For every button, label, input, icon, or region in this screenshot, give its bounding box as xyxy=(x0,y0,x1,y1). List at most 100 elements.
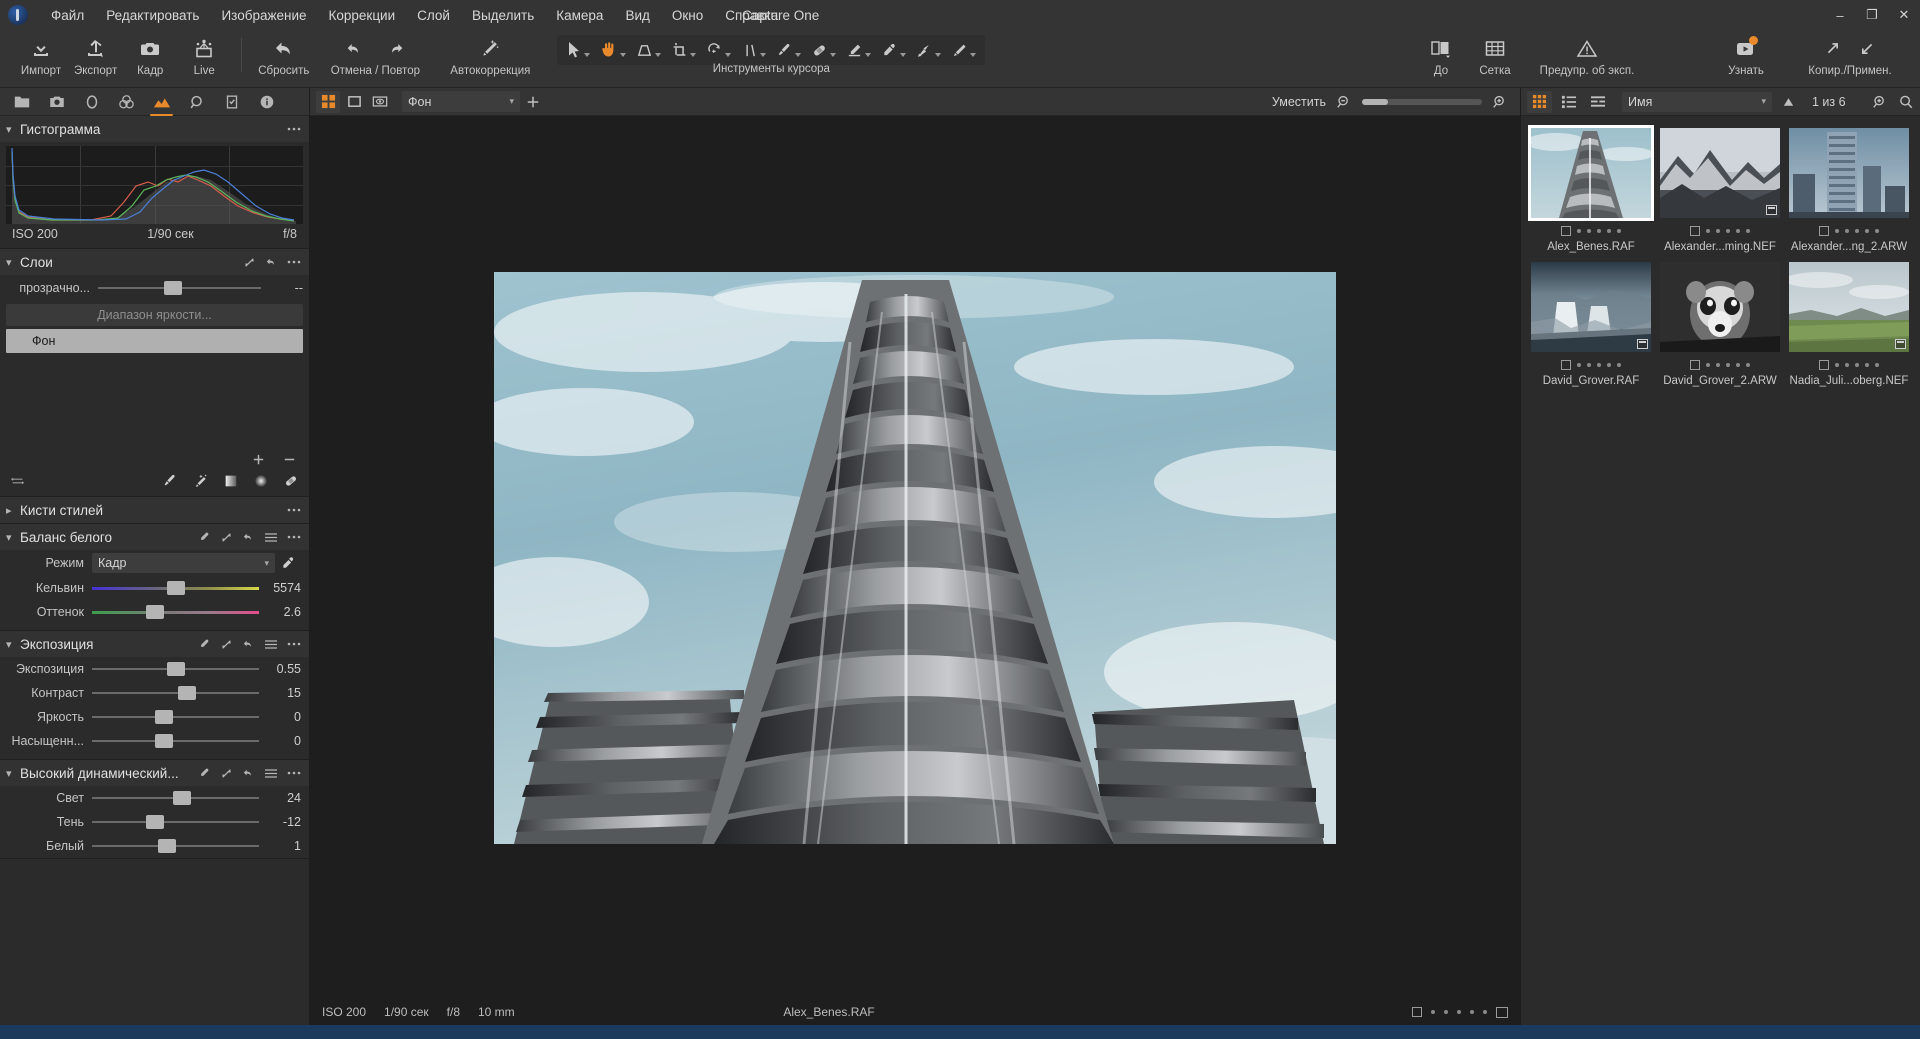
metadata-tab[interactable] xyxy=(249,88,284,116)
expand-icon[interactable] xyxy=(220,638,233,651)
rating-dot[interactable] xyxy=(1587,363,1591,367)
chevron-down-icon[interactable]: ▾ xyxy=(6,256,20,269)
list-mode-button[interactable] xyxy=(1556,91,1581,113)
thumbnail-image[interactable] xyxy=(1789,128,1909,218)
chevron-down-icon[interactable] xyxy=(865,53,871,57)
wb-kelvin-slider[interactable] xyxy=(92,578,259,598)
zoom-out-icon[interactable] xyxy=(1336,94,1352,110)
wb-tint-value[interactable]: 2.6 xyxy=(259,605,301,619)
heal-clone-icon[interactable] xyxy=(283,473,299,489)
sort-dropdown[interactable]: Имя ▾ xyxy=(1622,92,1772,112)
pan-tool-button[interactable] xyxy=(595,39,631,61)
rating-dot[interactable] xyxy=(1865,229,1869,233)
menu-item-window[interactable]: Окно xyxy=(661,3,714,28)
thumbnail-image[interactable] xyxy=(1531,128,1651,218)
rating-dot[interactable] xyxy=(1875,229,1879,233)
keystone-tool-button[interactable] xyxy=(631,40,666,61)
expand-icon[interactable] xyxy=(243,256,256,269)
wb-mode-select[interactable]: Кадр ▾ xyxy=(92,553,275,573)
menu-item-layer[interactable]: Слой xyxy=(406,3,461,28)
rating-dot[interactable] xyxy=(1845,363,1849,367)
proof-view-button[interactable] xyxy=(368,91,392,113)
rating-dot[interactable] xyxy=(1431,1010,1435,1014)
rating-dot[interactable] xyxy=(1845,229,1849,233)
reset-section-icon[interactable] xyxy=(265,256,278,269)
chevron-down-icon[interactable] xyxy=(795,53,801,57)
chevron-down-icon[interactable] xyxy=(900,53,906,57)
menu-item-image[interactable]: Изображение xyxy=(210,3,317,28)
lens-tab[interactable] xyxy=(74,88,109,116)
chevron-down-icon[interactable] xyxy=(760,53,766,57)
grid-button[interactable]: Сетка xyxy=(1468,30,1522,77)
color-tag-box[interactable] xyxy=(1819,226,1829,236)
rating-dot[interactable] xyxy=(1726,229,1730,233)
rating-dot[interactable] xyxy=(1597,229,1601,233)
wb-tint-slider[interactable] xyxy=(92,602,259,622)
saturation-slider[interactable] xyxy=(92,731,259,751)
rating-dot[interactable] xyxy=(1483,1010,1487,1014)
more-options-icon[interactable] xyxy=(287,259,301,265)
color-picker-tool-button[interactable] xyxy=(876,40,911,61)
thumbnail-cell[interactable]: David_Grover_2.ARW xyxy=(1660,262,1780,387)
rating-dot[interactable] xyxy=(1875,363,1879,367)
brightness-slider[interactable] xyxy=(92,707,259,727)
rating-dot[interactable] xyxy=(1597,363,1601,367)
reset-section-icon[interactable] xyxy=(242,638,255,651)
erase-tool-button[interactable] xyxy=(841,40,876,61)
shadow-slider[interactable] xyxy=(92,812,259,832)
chevron-down-icon[interactable] xyxy=(970,53,976,57)
rating-dot[interactable] xyxy=(1736,363,1740,367)
linear-gradient-mask-icon[interactable] xyxy=(223,473,239,489)
thumbnail-image[interactable] xyxy=(1531,262,1651,352)
exposure-warning-button[interactable]: Предупр. об эксп. xyxy=(1522,30,1652,77)
wb-kelvin-value[interactable]: 5574 xyxy=(259,581,301,595)
thumbnail-cell[interactable]: Alexander...ng_2.ARW xyxy=(1789,128,1909,253)
presets-icon[interactable] xyxy=(264,532,278,543)
menu-item-select[interactable]: Выделить xyxy=(461,3,545,28)
contrast-value[interactable]: 15 xyxy=(259,686,301,700)
maximize-button[interactable]: ❐ xyxy=(1856,0,1888,30)
color-tag-box[interactable] xyxy=(1690,360,1700,370)
chevron-down-icon[interactable]: ▾ xyxy=(6,531,20,544)
undo-redo-group[interactable]: Отмена / Повтор xyxy=(315,30,435,77)
rating-dot[interactable] xyxy=(1736,229,1740,233)
exposure-value[interactable]: 0.55 xyxy=(259,662,301,676)
fit-label[interactable]: Уместить xyxy=(1272,95,1326,109)
rating-dot[interactable] xyxy=(1835,229,1839,233)
white-slider[interactable] xyxy=(92,836,259,856)
histogram-header[interactable]: ▾ Гистограмма xyxy=(0,116,309,142)
sort-direction-button[interactable] xyxy=(1776,96,1800,108)
adjustments-tab[interactable] xyxy=(214,88,249,116)
chevron-down-icon[interactable] xyxy=(655,53,661,57)
rating-dot[interactable] xyxy=(1587,229,1591,233)
learn-button[interactable]: Узнать xyxy=(1702,30,1790,77)
chevron-down-icon[interactable] xyxy=(690,53,696,57)
export-button[interactable]: Экспорт xyxy=(68,30,123,77)
expand-icon[interactable] xyxy=(220,531,233,544)
layer-item-background[interactable]: Фон xyxy=(6,329,303,353)
opacity-slider[interactable] xyxy=(98,278,261,298)
auto-adjust-button[interactable]: Автокоррекция xyxy=(435,30,545,77)
style-brushes-menu-button[interactable] xyxy=(287,507,301,513)
exposure-slider[interactable] xyxy=(92,659,259,679)
straighten-tool-button[interactable] xyxy=(736,40,771,61)
invert-mask-icon[interactable] xyxy=(10,474,26,488)
rating-dot[interactable] xyxy=(1706,363,1710,367)
minimize-button[interactable]: – xyxy=(1824,0,1856,30)
copy-apply-button[interactable]: Копир./Примен. xyxy=(1790,30,1910,77)
search-icon[interactable] xyxy=(1898,94,1914,110)
photo-preview[interactable] xyxy=(494,272,1336,844)
viewer-color-tag[interactable] xyxy=(1412,1007,1422,1017)
zoom-slider[interactable] xyxy=(1362,99,1482,105)
chevron-down-icon[interactable] xyxy=(935,53,941,57)
zoom-thumbs-icon[interactable] xyxy=(1872,94,1888,110)
before-after-button[interactable]: До xyxy=(1414,30,1468,77)
menu-item-adjustments[interactable]: Коррекции xyxy=(318,3,407,28)
layers-header[interactable]: ▾ Слои xyxy=(0,249,309,275)
chevron-down-icon[interactable]: ▾ xyxy=(6,767,20,780)
chevron-down-icon[interactable] xyxy=(830,53,836,57)
zoom-in-icon[interactable] xyxy=(1492,94,1508,110)
style-brushes-header[interactable]: ▸ Кисти стилей xyxy=(0,497,309,523)
thumbnail-image[interactable] xyxy=(1660,262,1780,352)
rating-dot[interactable] xyxy=(1716,229,1720,233)
